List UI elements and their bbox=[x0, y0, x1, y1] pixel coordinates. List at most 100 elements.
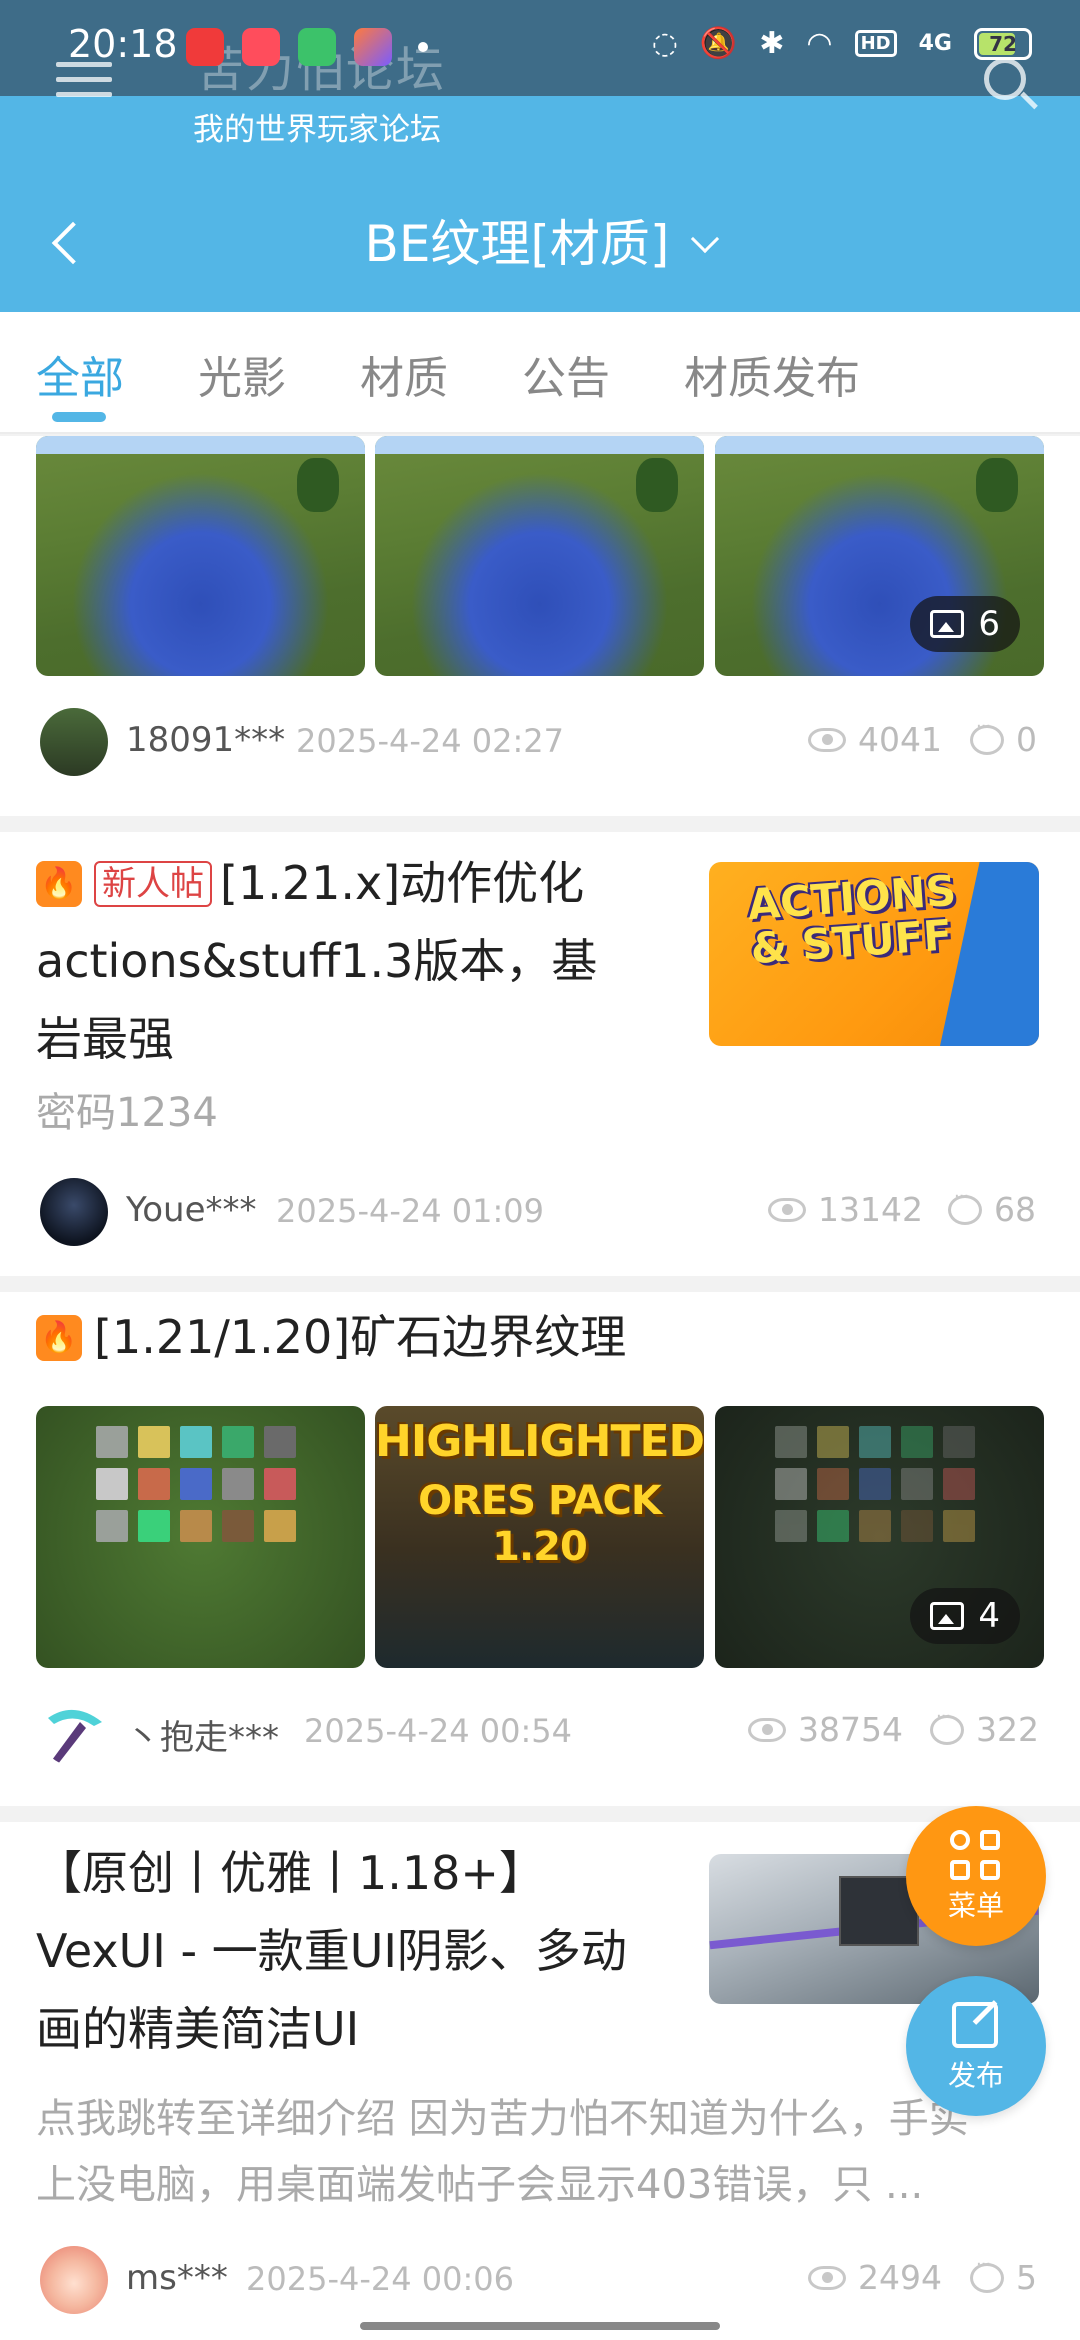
avatar[interactable] bbox=[40, 708, 108, 776]
eye-icon bbox=[808, 2265, 846, 2290]
notification-icons bbox=[186, 28, 392, 66]
comment-count-value: 5 bbox=[1016, 2258, 1037, 2297]
post-title[interactable]: 🔥 新人帖 [1.21.x]动作优化 actions&stuff1.3版本，基 岩最… bbox=[36, 844, 696, 1078]
post-card[interactable]: 🔥 [1.21/1.20]矿石边界纹理 HIGHLIGHTED ORES PACK… bbox=[0, 1292, 1080, 1806]
post-title[interactable]: 【原创丨优雅丨1.18+】 VexUI - 一款重UI阴影、多动 画的精美简洁U… bbox=[36, 1834, 716, 2068]
author-name[interactable]: 18091*** bbox=[126, 720, 285, 760]
menu-fab-label: 菜单 bbox=[947, 1889, 1004, 1922]
thumbnail-text: HIGHLIGHTED bbox=[375, 1416, 704, 1467]
view-count-value: 2494 bbox=[858, 2258, 942, 2297]
image-count: 6 bbox=[978, 604, 1000, 644]
avatar[interactable] bbox=[40, 1178, 108, 1246]
view-count: 4041 bbox=[808, 720, 942, 759]
bluetooth-icon: ✱ bbox=[759, 26, 785, 61]
post-excerpt: 点我跳转至详细介绍 因为苦力怕不知道为什么，手实 上没电脑，用桌面端发帖子会显示… bbox=[36, 2096, 969, 2208]
forum-subtitle: 我的世界玩家论坛 bbox=[193, 112, 441, 148]
edit-icon bbox=[952, 2002, 998, 2048]
tab-all[interactable]: 全部 bbox=[36, 342, 124, 406]
drop-icon: ◌ bbox=[651, 26, 678, 61]
post-fab-label: 发布 bbox=[947, 2059, 1004, 2092]
post-image[interactable]: HIGHLIGHTED ORES PACK 1.20 bbox=[375, 1406, 704, 1668]
recorder-app-icon bbox=[242, 28, 280, 66]
image-count-badge: 4 bbox=[910, 1588, 1020, 1644]
menu-icon[interactable] bbox=[56, 62, 112, 107]
comment-icon bbox=[970, 2254, 1004, 2293]
mute-icon: 🔕 bbox=[699, 26, 738, 61]
video-app-icon bbox=[186, 28, 224, 66]
tab-announcements[interactable]: 公告 bbox=[522, 342, 610, 406]
post-excerpt: 密码1234 bbox=[36, 1090, 218, 1136]
post-time: 2025-4-24 00:06 bbox=[246, 2260, 514, 2298]
view-count: 13142 bbox=[768, 1190, 923, 1229]
newbie-tag: 新人帖 bbox=[94, 861, 212, 907]
store-app-icon bbox=[298, 28, 336, 66]
post-card[interactable]: 🔥 新人帖 [1.21.x]动作优化 actions&stuff1.3版本，基 岩最… bbox=[0, 832, 1080, 1276]
view-count-value: 4041 bbox=[858, 720, 942, 759]
tab-shaders[interactable]: 光影 bbox=[198, 342, 286, 406]
board-title-selector[interactable]: BE纹理[材质] bbox=[0, 204, 1080, 276]
hot-icon: 🔥 bbox=[36, 861, 82, 907]
image-icon bbox=[930, 1602, 965, 1630]
avatar[interactable] bbox=[40, 2246, 108, 2314]
post-image[interactable] bbox=[36, 436, 365, 676]
active-tab-indicator bbox=[52, 412, 106, 422]
menu-fab-button[interactable]: 菜单 bbox=[906, 1806, 1046, 1946]
search-icon[interactable] bbox=[984, 58, 1026, 100]
notification-dot bbox=[418, 42, 428, 52]
tab-texture-release[interactable]: 材质发布 bbox=[684, 342, 860, 406]
divider bbox=[0, 1276, 1080, 1292]
post-fab-button[interactable]: 发布 bbox=[906, 1976, 1046, 2116]
comment-count: 322 bbox=[930, 1706, 1039, 1749]
post-meta: Youe*** 2025-4-24 01:09 13142 68 bbox=[0, 1172, 1080, 1252]
post-meta: 丶抱走*** 2025-4-24 00:54 38754 322 bbox=[0, 1692, 1080, 1772]
comment-count: 68 bbox=[948, 1186, 1036, 1229]
post-thumbnail[interactable]: ACTIONS & STUFF bbox=[709, 862, 1039, 1046]
divider bbox=[0, 1806, 1080, 1822]
comment-count-value: 0 bbox=[1016, 720, 1037, 759]
comment-count: 5 bbox=[970, 2254, 1037, 2297]
battery-icon: 72 bbox=[974, 27, 1032, 60]
post-meta: 18091*** 2025-4-24 02:27 4041 0 bbox=[0, 702, 1080, 782]
thumbnail-text: ACTIONS & STUFF bbox=[745, 865, 958, 974]
comment-count-value: 68 bbox=[994, 1190, 1036, 1229]
view-count-value: 38754 bbox=[798, 1710, 903, 1749]
hot-icon: 🔥 bbox=[36, 1315, 82, 1361]
hd-badge: HD bbox=[854, 30, 897, 57]
status-time: 20:18 bbox=[68, 22, 178, 66]
author-name[interactable]: Youe*** bbox=[126, 1190, 257, 1230]
author-name[interactable]: ms*** bbox=[126, 2258, 228, 2298]
eye-icon bbox=[748, 1717, 786, 1742]
assistant-app-icon bbox=[354, 28, 392, 66]
thumbnail-text: ORES PACK 1.20 bbox=[418, 1478, 662, 1570]
app-header: 苦力怕论坛 我的世界玩家论坛 20:18 ◌ 🔕 ✱ ◠ HD 4G 72 bbox=[0, 0, 1080, 168]
post-image[interactable] bbox=[36, 1406, 365, 1668]
comment-count: 0 bbox=[970, 716, 1037, 759]
post-time: 2025-4-24 02:27 bbox=[296, 722, 564, 760]
post-title[interactable]: 🔥 [1.21/1.20]矿石边界纹理 bbox=[36, 1298, 626, 1376]
home-indicator[interactable] bbox=[360, 2322, 720, 2330]
image-count: 4 bbox=[978, 1596, 1000, 1636]
divider bbox=[0, 816, 1080, 832]
post-time: 2025-4-24 00:54 bbox=[304, 1712, 572, 1750]
board-title: BE纹理[材质] bbox=[364, 215, 670, 273]
view-count: 38754 bbox=[748, 1710, 903, 1749]
post-card[interactable]: 6 18091*** 2025-4-24 02:27 4041 0 bbox=[0, 436, 1080, 816]
chevron-down-icon bbox=[691, 224, 720, 254]
post-time: 2025-4-24 01:09 bbox=[276, 1192, 544, 1230]
post-image[interactable]: 6 bbox=[715, 436, 1044, 676]
image-count-badge: 6 bbox=[910, 596, 1020, 652]
comment-icon bbox=[970, 716, 1004, 755]
system-icons: ◌ 🔕 ✱ ◠ HD 4G 72 bbox=[652, 26, 1032, 61]
board-header: BE纹理[材质] bbox=[0, 168, 1080, 312]
post-meta: ms*** 2025-4-24 00:06 2494 5 bbox=[0, 2240, 1080, 2320]
post-image[interactable] bbox=[375, 436, 704, 676]
author-name[interactable]: 丶抱走*** bbox=[126, 1710, 279, 1759]
image-icon bbox=[930, 610, 965, 638]
signal-4g-icon: 4G bbox=[918, 31, 952, 56]
battery-level: 72 bbox=[989, 31, 1017, 56]
avatar[interactable] bbox=[40, 1698, 108, 1766]
tab-textures[interactable]: 材质 bbox=[360, 342, 448, 406]
eye-icon bbox=[768, 1197, 806, 1222]
post-image[interactable]: 4 bbox=[715, 1406, 1044, 1668]
eye-icon bbox=[808, 727, 846, 752]
